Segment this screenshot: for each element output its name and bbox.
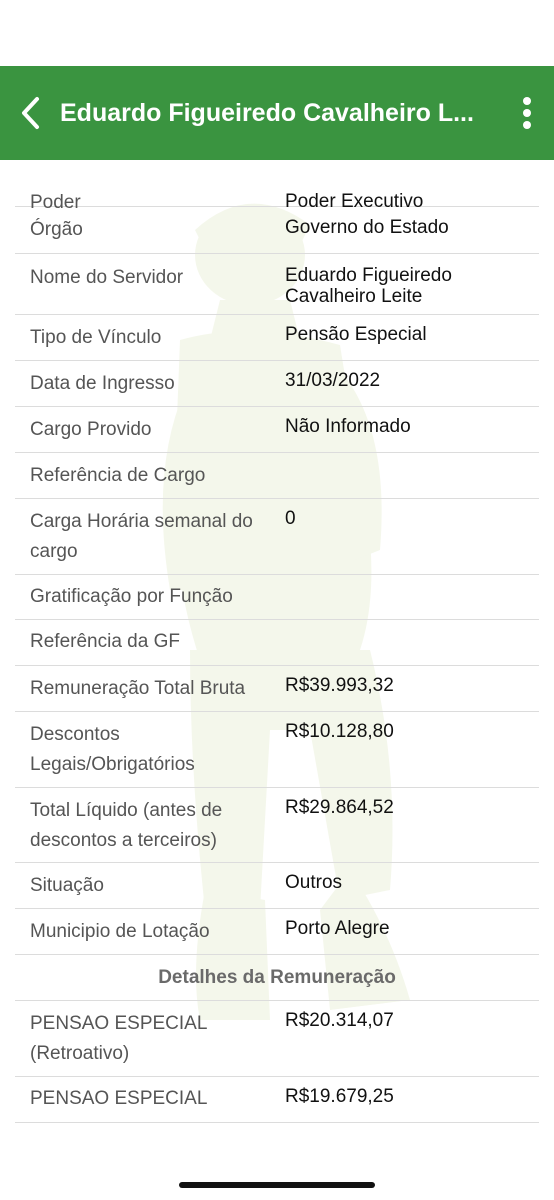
page-title: Eduardo Figueiredo Cavalheiro L... <box>60 98 474 127</box>
row-label: Gratificação por Função <box>30 586 233 607</box>
list-item: Descontos Legais/Obrigatórios R$10.128,8… <box>15 712 539 788</box>
row-label: Total Líquido (antes de descontos a terc… <box>30 800 223 851</box>
row-value: Governo do Estado <box>285 217 449 238</box>
row-label: Situação <box>30 875 104 896</box>
list-item: PENSAO ESPECIAL R$19.679,25 <box>15 1077 539 1123</box>
row-label: Cargo Provido <box>30 419 152 440</box>
row-label: Descontos Legais/Obrigatórios <box>30 724 195 775</box>
more-menu-button[interactable] <box>512 93 542 133</box>
list-item: Referência da GF <box>15 620 539 666</box>
app-bar: Eduardo Figueiredo Cavalheiro L... <box>0 66 554 160</box>
home-indicator[interactable] <box>179 1182 375 1188</box>
list-item: Poder Poder Executivo <box>15 160 539 213</box>
row-label: Nome do Servidor <box>30 267 184 288</box>
row-value: Eduardo Figueiredo Cavalheiro Leite <box>285 265 452 307</box>
back-button[interactable] <box>6 83 54 143</box>
details-card: Poder Poder Executivo Órgão Governo do E… <box>0 160 554 1150</box>
row-value: 0 <box>285 508 296 529</box>
row-value: R$29.864,52 <box>285 797 394 818</box>
section-header: Detalhes da Remuneração <box>15 955 539 1001</box>
list-item: Total Líquido (antes de descontos a terc… <box>15 788 539 863</box>
row-value: R$20.314,07 <box>285 1010 394 1031</box>
row-label: PENSAO ESPECIAL (Retroativo) <box>30 1013 207 1064</box>
row-label: Referência de Cargo <box>30 465 206 486</box>
list-item: Órgão Governo do Estado <box>15 207 539 254</box>
row-value: 31/03/2022 <box>285 370 381 391</box>
row-label: Tipo de Vínculo <box>30 327 162 348</box>
row-value: Não Informado <box>285 416 411 437</box>
list-item: Gratificação por Função <box>15 575 539 620</box>
list-item: Nome do Servidor Eduardo Figueiredo Cava… <box>15 254 539 315</box>
row-label: Referência da GF <box>30 631 180 652</box>
content-area: Poder Poder Executivo Órgão Governo do E… <box>0 160 554 1150</box>
list-item: Municipio de Lotação Porto Alegre <box>15 909 539 955</box>
row-value: Outros <box>285 872 343 893</box>
row-label: Municipio de Lotação <box>30 921 210 942</box>
row-label: Carga Horária semanal do cargo <box>30 511 253 562</box>
row-value: Porto Alegre <box>285 918 390 939</box>
row-label: PENSAO ESPECIAL <box>30 1088 208 1109</box>
more-vertical-icon <box>523 97 531 129</box>
row-value: R$10.128,80 <box>285 721 394 742</box>
list-item: Remuneração Total Bruta R$39.993,32 <box>15 666 539 712</box>
list-item: Carga Horária semanal do cargo 0 <box>15 499 539 575</box>
row-value: Pensão Especial <box>285 324 427 345</box>
list-item: Referência de Cargo <box>15 453 539 499</box>
list-item: Data de Ingresso 31/03/2022 <box>15 361 539 407</box>
row-value: R$19.679,25 <box>285 1086 394 1107</box>
list-item: Tipo de Vínculo Pensão Especial <box>15 315 539 361</box>
list-item: PENSAO ESPECIAL (Retroativo) R$20.314,07 <box>15 1001 539 1077</box>
row-label: Remuneração Total Bruta <box>30 678 246 699</box>
row-value: R$39.993,32 <box>285 675 394 696</box>
row-label: Órgão <box>30 219 83 240</box>
row-label: Data de Ingresso <box>30 373 175 394</box>
list-item: Cargo Provido Não Informado <box>15 407 539 453</box>
list-item: Situação Outros <box>15 863 539 909</box>
info-list: Poder Poder Executivo Órgão Governo do E… <box>0 160 554 1123</box>
chevron-left-icon <box>22 97 39 129</box>
status-bar <box>0 0 554 66</box>
